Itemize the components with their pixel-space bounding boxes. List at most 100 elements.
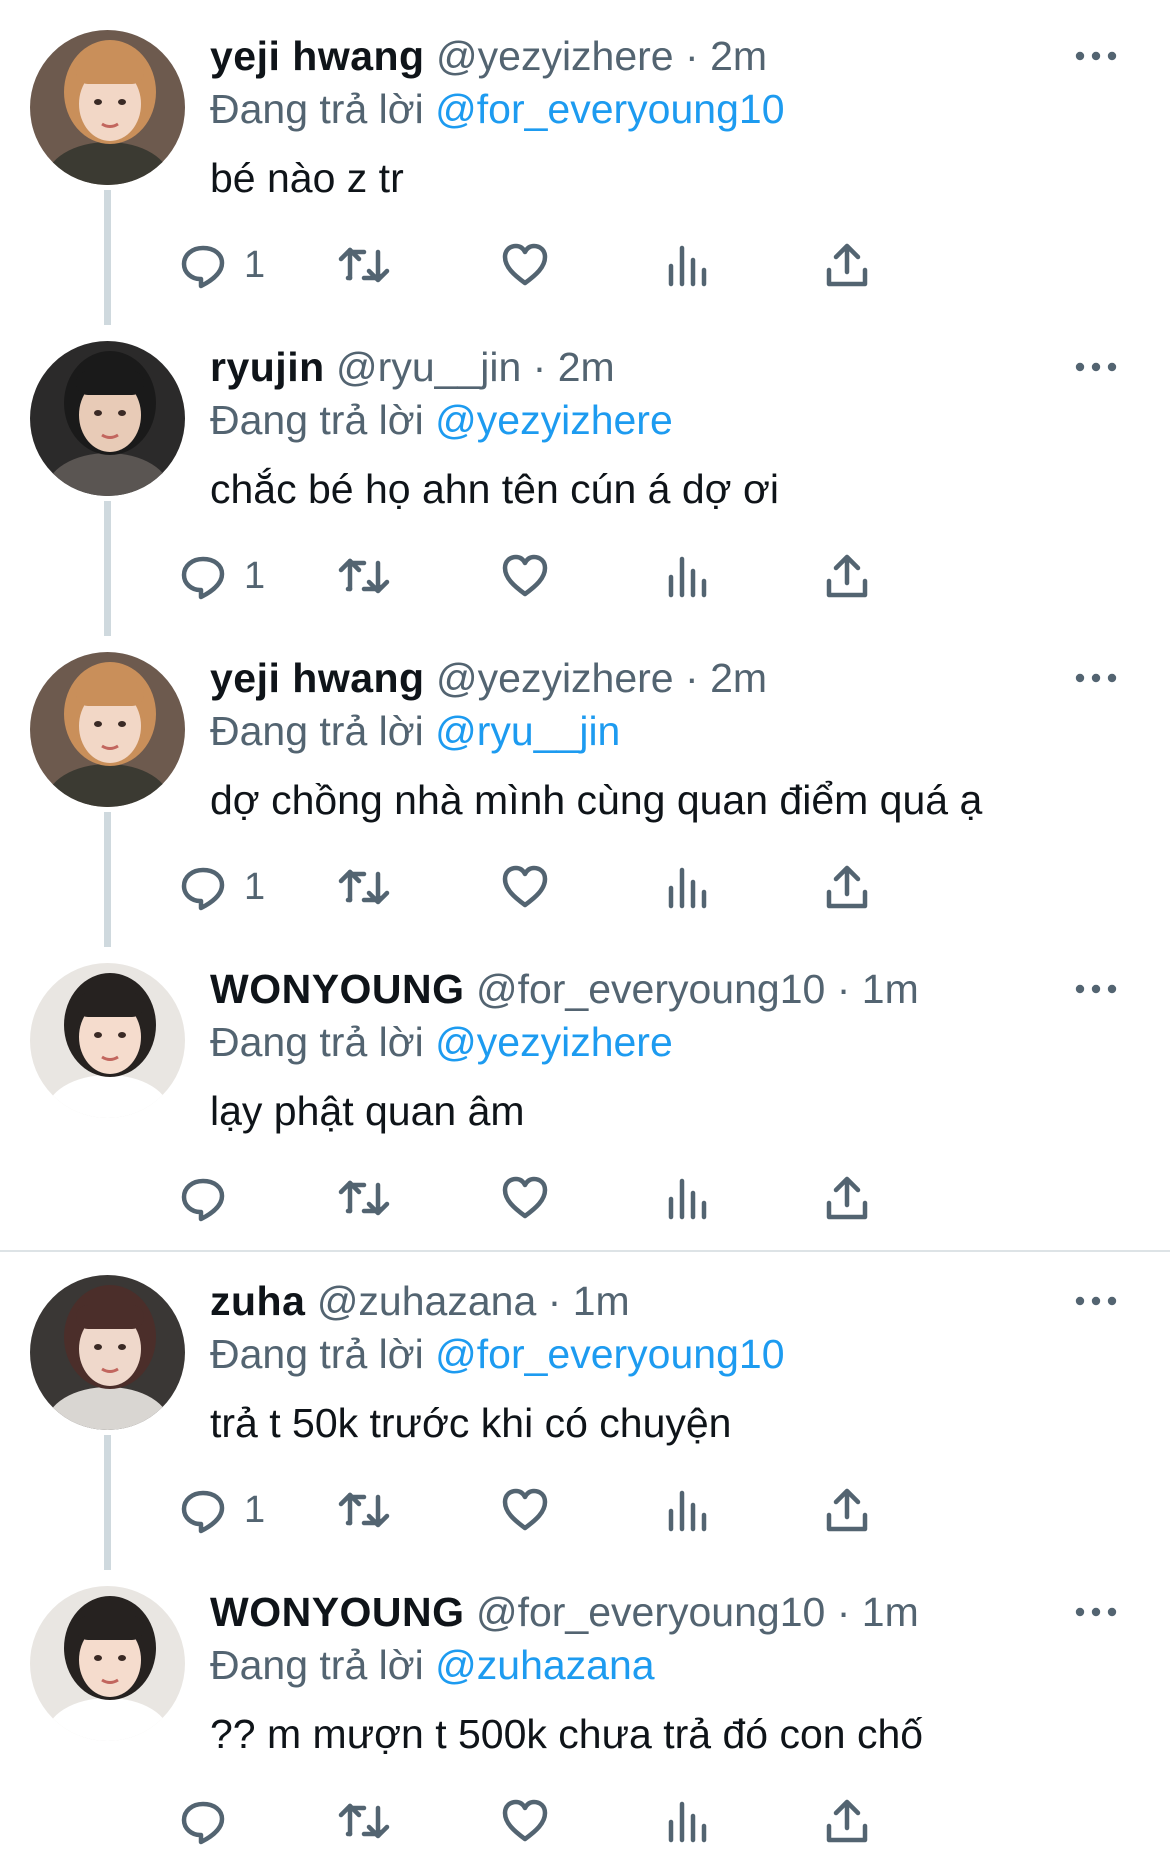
tweet-actions: 1 bbox=[181, 1480, 1110, 1540]
tweet-1[interactable]: yeji hwang @yezyizhere · 2m Đang trả lời… bbox=[0, 0, 1170, 325]
more-options-button[interactable] bbox=[1066, 347, 1126, 387]
replying-to-label: Đang trả lời bbox=[210, 1331, 424, 1377]
share-button[interactable] bbox=[822, 1480, 882, 1540]
reply-button[interactable]: 1 bbox=[178, 235, 328, 295]
share-icon bbox=[826, 1488, 868, 1532]
tweet-4[interactable]: WONYOUNG @for_everyoung10 · 1m Đang trả … bbox=[0, 933, 1170, 1244]
display-name[interactable]: ryujin bbox=[210, 344, 325, 390]
username[interactable]: @yezyizhere bbox=[436, 33, 674, 79]
share-button[interactable] bbox=[822, 546, 882, 606]
tweet-5[interactable]: zuha @zuhazana · 1m Đang trả lời @for_ev… bbox=[0, 1245, 1170, 1570]
display-name[interactable]: WONYOUNG bbox=[210, 966, 465, 1012]
username[interactable]: @for_everyoung10 bbox=[476, 1589, 825, 1635]
more-options-button[interactable] bbox=[1066, 969, 1126, 1009]
more-options-button[interactable] bbox=[1066, 36, 1126, 76]
share-button[interactable] bbox=[822, 857, 882, 917]
replying-to-line: Đang trả lời @for_everyoung10 bbox=[210, 84, 785, 134]
reply-button[interactable] bbox=[178, 1168, 328, 1228]
retweet-button[interactable] bbox=[338, 1168, 398, 1228]
timestamp[interactable]: 1m bbox=[862, 1589, 919, 1635]
username[interactable]: @zuhazana bbox=[317, 1278, 536, 1324]
reply-button[interactable]: 1 bbox=[178, 857, 328, 917]
username[interactable]: @yezyizhere bbox=[436, 655, 674, 701]
share-icon bbox=[826, 243, 868, 287]
reply-thread-feed: yeji hwang @yezyizhere · 2m Đang trả lời… bbox=[0, 0, 1170, 1867]
reply-button[interactable] bbox=[178, 1791, 328, 1851]
like-button[interactable] bbox=[500, 857, 560, 917]
reply-button[interactable]: 1 bbox=[178, 546, 328, 606]
retweet-button[interactable] bbox=[338, 235, 398, 295]
avatar[interactable] bbox=[30, 1275, 185, 1430]
views-button[interactable] bbox=[662, 235, 722, 295]
replying-to-mention[interactable]: @yezyizhere bbox=[435, 1019, 673, 1065]
more-options-button[interactable] bbox=[1066, 1281, 1126, 1321]
username[interactable]: @for_everyoung10 bbox=[476, 966, 825, 1012]
reply-icon bbox=[181, 1178, 225, 1222]
retweet-button[interactable] bbox=[338, 546, 398, 606]
display-name[interactable]: yeji hwang bbox=[210, 33, 425, 79]
separator-dot: · bbox=[685, 33, 699, 79]
avatar[interactable] bbox=[30, 652, 185, 807]
timestamp[interactable]: 1m bbox=[862, 966, 919, 1012]
timestamp[interactable]: 2m bbox=[558, 344, 615, 390]
heart-icon bbox=[502, 1176, 548, 1219]
views-icon bbox=[668, 245, 707, 287]
views-button[interactable] bbox=[662, 1480, 722, 1540]
avatar[interactable] bbox=[30, 30, 185, 185]
timestamp[interactable]: 1m bbox=[573, 1278, 630, 1324]
reply-count: 1 bbox=[244, 1489, 266, 1531]
avatar-photo bbox=[30, 341, 185, 496]
heart-icon bbox=[502, 1488, 548, 1531]
display-name[interactable]: yeji hwang bbox=[210, 655, 425, 701]
retweet-button[interactable] bbox=[338, 857, 398, 917]
more-options-button[interactable] bbox=[1066, 1592, 1126, 1632]
avatar-photo bbox=[30, 30, 185, 185]
like-button[interactable] bbox=[500, 1791, 560, 1851]
views-button[interactable] bbox=[662, 546, 722, 606]
tweet-2[interactable]: ryujin @ryu__jin · 2m Đang trả lời @yezy… bbox=[0, 311, 1170, 636]
views-button[interactable] bbox=[662, 1791, 722, 1851]
timestamp[interactable]: 2m bbox=[710, 655, 767, 701]
heart-icon bbox=[502, 1799, 548, 1842]
like-button[interactable] bbox=[500, 1480, 560, 1540]
replying-to-mention[interactable]: @for_everyoung10 bbox=[435, 86, 784, 132]
replying-to-mention[interactable]: @zuhazana bbox=[435, 1642, 654, 1688]
avatar[interactable] bbox=[30, 963, 185, 1118]
replying-to-label: Đang trả lời bbox=[210, 1019, 424, 1065]
tweet-actions bbox=[181, 1791, 1110, 1851]
retweet-button[interactable] bbox=[338, 1791, 398, 1851]
display-name[interactable]: WONYOUNG bbox=[210, 1589, 465, 1635]
tweet-6[interactable]: WONYOUNG @for_everyoung10 · 1m Đang trả … bbox=[0, 1556, 1170, 1867]
avatar[interactable] bbox=[30, 1586, 185, 1741]
tweet-header: ryujin @ryu__jin · 2m bbox=[210, 342, 615, 392]
tweet-text: dợ chồng nhà mình cùng quan điểm quá ạ bbox=[210, 777, 983, 823]
tweet-3[interactable]: yeji hwang @yezyizhere · 2m Đang trả lời… bbox=[0, 622, 1170, 947]
like-button[interactable] bbox=[500, 546, 560, 606]
views-button[interactable] bbox=[662, 857, 722, 917]
views-icon bbox=[668, 867, 707, 909]
username[interactable]: @ryu__jin bbox=[336, 344, 521, 390]
thread-connector-line bbox=[104, 1435, 111, 1570]
display-name[interactable]: zuha bbox=[210, 1278, 305, 1324]
avatar[interactable] bbox=[30, 341, 185, 496]
separator-dot: · bbox=[836, 1589, 851, 1635]
thread-connector-line bbox=[104, 190, 111, 325]
like-button[interactable] bbox=[500, 235, 560, 295]
tweet-header: WONYOUNG @for_everyoung10 · 1m bbox=[210, 964, 919, 1014]
timestamp[interactable]: 2m bbox=[710, 33, 767, 79]
reply-button[interactable]: 1 bbox=[178, 1480, 328, 1540]
share-button[interactable] bbox=[822, 1791, 882, 1851]
tweet-actions: 1 bbox=[181, 235, 1110, 295]
views-button[interactable] bbox=[662, 1168, 722, 1228]
retweet-icon bbox=[338, 1492, 390, 1528]
more-icon bbox=[1075, 673, 1117, 683]
more-icon bbox=[1075, 984, 1117, 994]
share-button[interactable] bbox=[822, 235, 882, 295]
replying-to-mention[interactable]: @ryu__jin bbox=[435, 708, 620, 754]
like-button[interactable] bbox=[500, 1168, 560, 1228]
replying-to-mention[interactable]: @for_everyoung10 bbox=[435, 1331, 784, 1377]
share-button[interactable] bbox=[822, 1168, 882, 1228]
retweet-button[interactable] bbox=[338, 1480, 398, 1540]
replying-to-mention[interactable]: @yezyizhere bbox=[435, 397, 673, 443]
more-options-button[interactable] bbox=[1066, 658, 1126, 698]
